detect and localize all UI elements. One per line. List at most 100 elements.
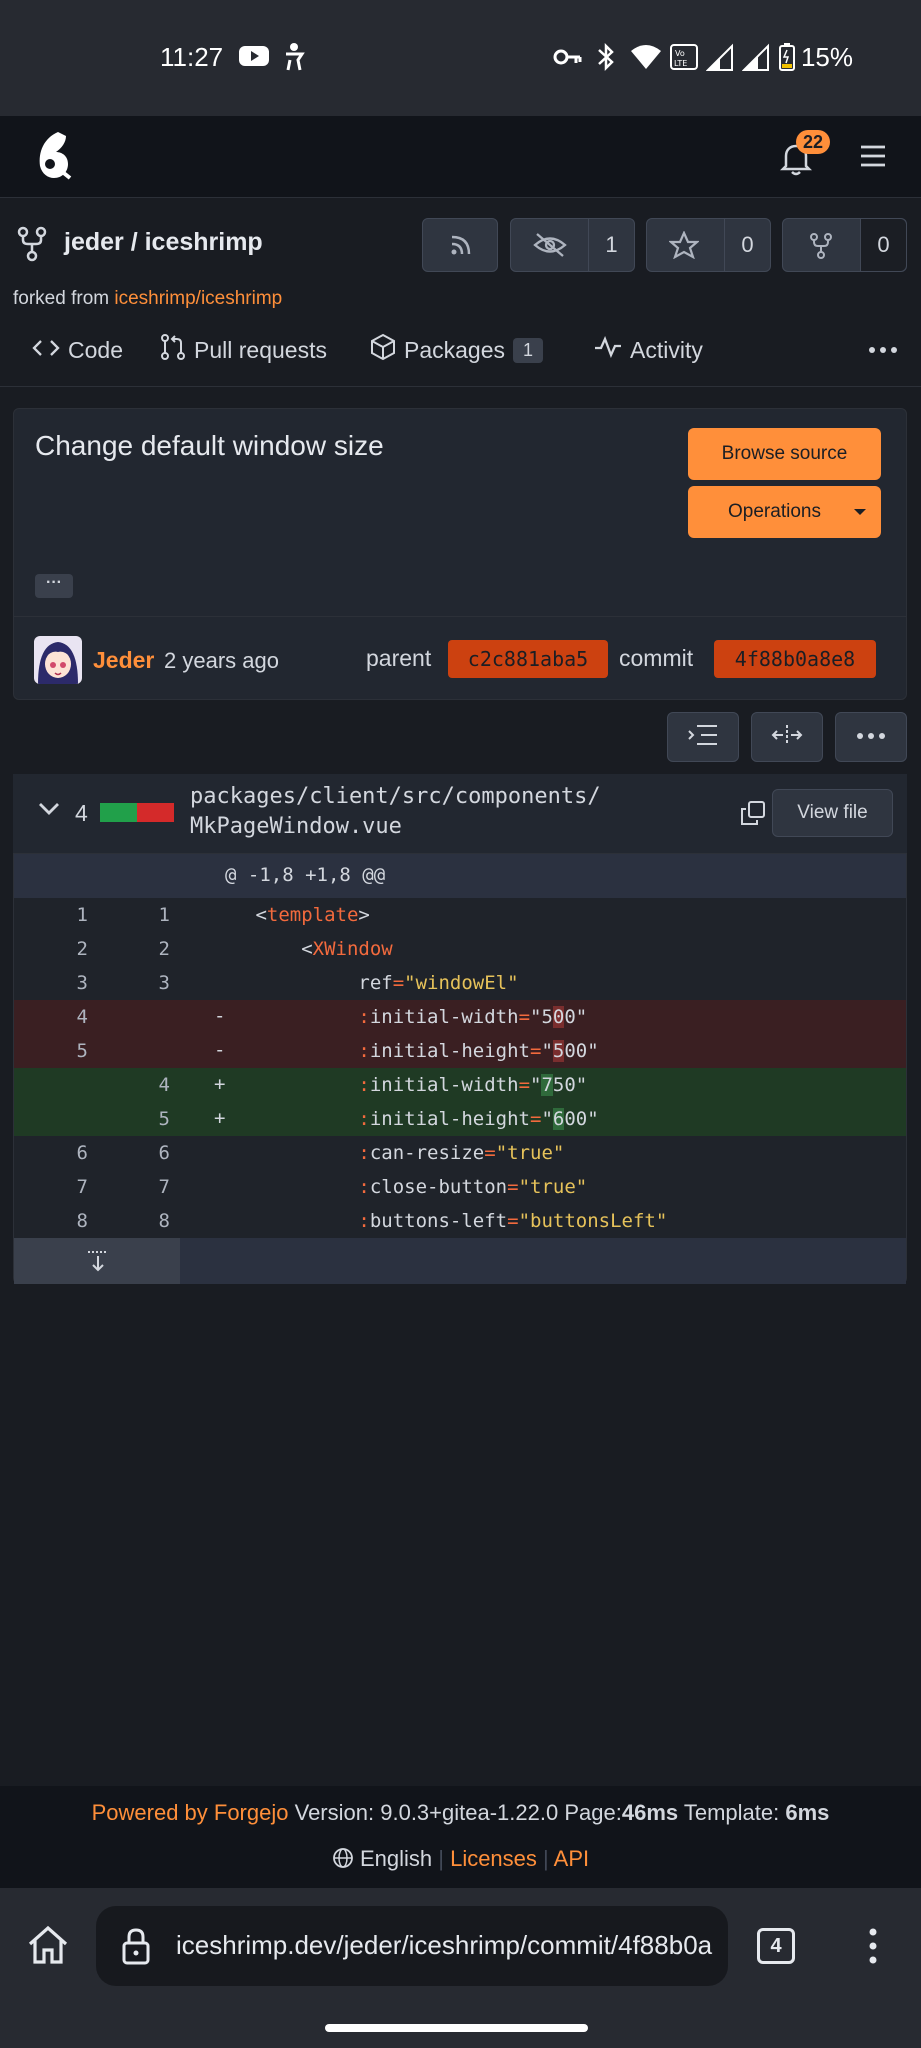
- old-line-number: 2: [76, 938, 88, 960]
- commit-time: 2 years ago: [164, 648, 279, 673]
- forked-from-link[interactable]: iceshrimp/iceshrimp: [114, 288, 282, 309]
- operations-button[interactable]: Operations: [688, 486, 881, 538]
- hamburger-menu-icon[interactable]: [860, 144, 886, 173]
- tab-packages[interactable]: Packages 1: [370, 333, 544, 367]
- bluetooth-icon: [596, 42, 616, 72]
- new-line-number: 3: [158, 972, 170, 994]
- vpn-key-icon: [552, 42, 582, 72]
- repo-title[interactable]: jeder / iceshrimp: [64, 228, 263, 257]
- old-line-number: 4: [76, 1006, 88, 1028]
- code-line: :initial-height="600": [358, 1108, 599, 1130]
- licenses-link[interactable]: Licenses: [450, 1846, 537, 1871]
- diff-options-button[interactable]: [835, 712, 907, 762]
- caret-down-icon: [853, 486, 867, 559]
- gesture-home-bar[interactable]: [325, 2024, 588, 2032]
- diff-line-added: 4 + :initial-width="750": [14, 1068, 906, 1102]
- tab-packages-label: Packages: [404, 336, 506, 363]
- new-line-number: 7: [158, 1176, 170, 1198]
- diff-sign: +: [214, 1073, 226, 1095]
- template-time: 6ms: [785, 1800, 830, 1825]
- notification-count-badge: 22: [796, 130, 830, 154]
- code-line: <XWindow: [244, 938, 393, 960]
- diff-line-deleted: 5 - :initial-height="500": [14, 1034, 906, 1068]
- diff-sign: -: [214, 1005, 226, 1027]
- commit-sha-link[interactable]: 4f88b0a8e8: [714, 640, 876, 678]
- split-view-button[interactable]: [751, 712, 823, 762]
- signal-icon-2: [741, 42, 770, 72]
- old-line-number: 6: [76, 1142, 88, 1164]
- tab-code[interactable]: Code: [32, 336, 123, 364]
- status-time: 11:27: [160, 42, 224, 72]
- old-line-number: 1: [76, 904, 88, 926]
- fork-button[interactable]: 0: [782, 218, 907, 272]
- list-indent-icon: [687, 724, 719, 751]
- diff-sign: -: [214, 1039, 226, 1061]
- toggle-file-tree-button[interactable]: [667, 712, 739, 762]
- file-path-line1[interactable]: packages/client/src/components/: [190, 784, 601, 809]
- browse-source-button[interactable]: Browse source: [688, 428, 881, 480]
- new-line-number: 6: [158, 1142, 170, 1164]
- diff-line: 7 7 :close-button="true": [14, 1170, 906, 1204]
- new-line-number: 2: [158, 938, 170, 960]
- browser-menu-icon[interactable]: [868, 1926, 878, 1971]
- expand-down-icon: [86, 1250, 110, 1277]
- activity-icon: [594, 335, 622, 364]
- hunk-header: @ -1,8 +1,8 @@: [225, 864, 386, 886]
- expand-diff-button[interactable]: [14, 1238, 180, 1284]
- rss-feed-button[interactable]: [422, 218, 498, 272]
- old-line-number: 7: [76, 1176, 88, 1198]
- view-file-button[interactable]: View file: [772, 789, 893, 837]
- eye-slash-icon: [533, 232, 567, 263]
- lock-icon[interactable]: [120, 1926, 152, 1971]
- globe-icon: [332, 1847, 354, 1875]
- url-text[interactable]: iceshrimp.dev/jeder/iceshrimp/commit/4f8…: [176, 1930, 728, 1964]
- tab-activity[interactable]: Activity: [594, 335, 703, 364]
- code-icon: [32, 337, 60, 364]
- hunk-header-row: @ -1,8 +1,8 @@: [14, 854, 906, 898]
- fork-count: 0: [860, 219, 906, 271]
- new-line-number: 4: [158, 1074, 170, 1096]
- watch-button[interactable]: 1: [510, 218, 635, 272]
- home-icon[interactable]: [26, 1924, 70, 1971]
- diff-change-count: 4: [75, 800, 88, 826]
- tab-switcher-button[interactable]: 4: [757, 1928, 795, 1964]
- api-link[interactable]: API: [554, 1846, 589, 1871]
- diff-line: 8 8 :buttons-left="buttonsLeft": [14, 1204, 906, 1238]
- chevron-down-icon[interactable]: [38, 802, 60, 821]
- commit-meta-divider: [14, 616, 906, 617]
- forgejo-logo-icon[interactable]: [36, 130, 74, 187]
- parent-sha-link[interactable]: c2c881aba5: [448, 640, 608, 678]
- star-button[interactable]: 0: [646, 218, 771, 272]
- package-icon: [370, 333, 396, 367]
- battery-percent: 15%: [800, 42, 853, 72]
- status-bar: 11:27 Vo LTE 15%: [0, 0, 921, 116]
- version-value: 9.0.3+gitea-1.22.0: [380, 1800, 559, 1825]
- page-time-label: Page:: [564, 1800, 622, 1825]
- diff-line: 3 3 ref="windowEl": [14, 966, 906, 1000]
- tab-pull-requests-label: Pull requests: [194, 336, 327, 363]
- rss-icon: [449, 233, 473, 262]
- language-selector[interactable]: English: [360, 1846, 432, 1871]
- old-line-number: 3: [76, 972, 88, 994]
- tabs-divider: [0, 386, 921, 387]
- svg-text:LTE: LTE: [674, 59, 687, 68]
- volte-icon: Vo LTE: [670, 42, 698, 72]
- avatar[interactable]: [34, 636, 82, 684]
- youtube-icon: [238, 42, 270, 72]
- code-line: ref="windowEl": [244, 972, 519, 994]
- top-navbar: 22: [0, 116, 921, 198]
- code-line: :buttons-left="buttonsLeft": [358, 1210, 668, 1232]
- powered-by-link[interactable]: Powered by Forgejo: [92, 1800, 289, 1825]
- accessibility-icon: [282, 42, 306, 72]
- more-tabs-icon[interactable]: [868, 340, 898, 365]
- svg-text:Vo: Vo: [675, 49, 685, 58]
- star-icon: [668, 230, 700, 264]
- file-path-line2[interactable]: MkPageWindow.vue: [190, 814, 402, 839]
- more-dots-icon: [856, 728, 886, 746]
- tab-pull-requests[interactable]: Pull requests: [160, 334, 327, 364]
- new-line-number: 1: [158, 904, 170, 926]
- commit-author[interactable]: Jeder: [93, 647, 154, 674]
- new-line-number: 5: [158, 1108, 170, 1130]
- copy-path-icon[interactable]: [740, 800, 766, 831]
- expand-message-button[interactable]: ···: [35, 574, 73, 598]
